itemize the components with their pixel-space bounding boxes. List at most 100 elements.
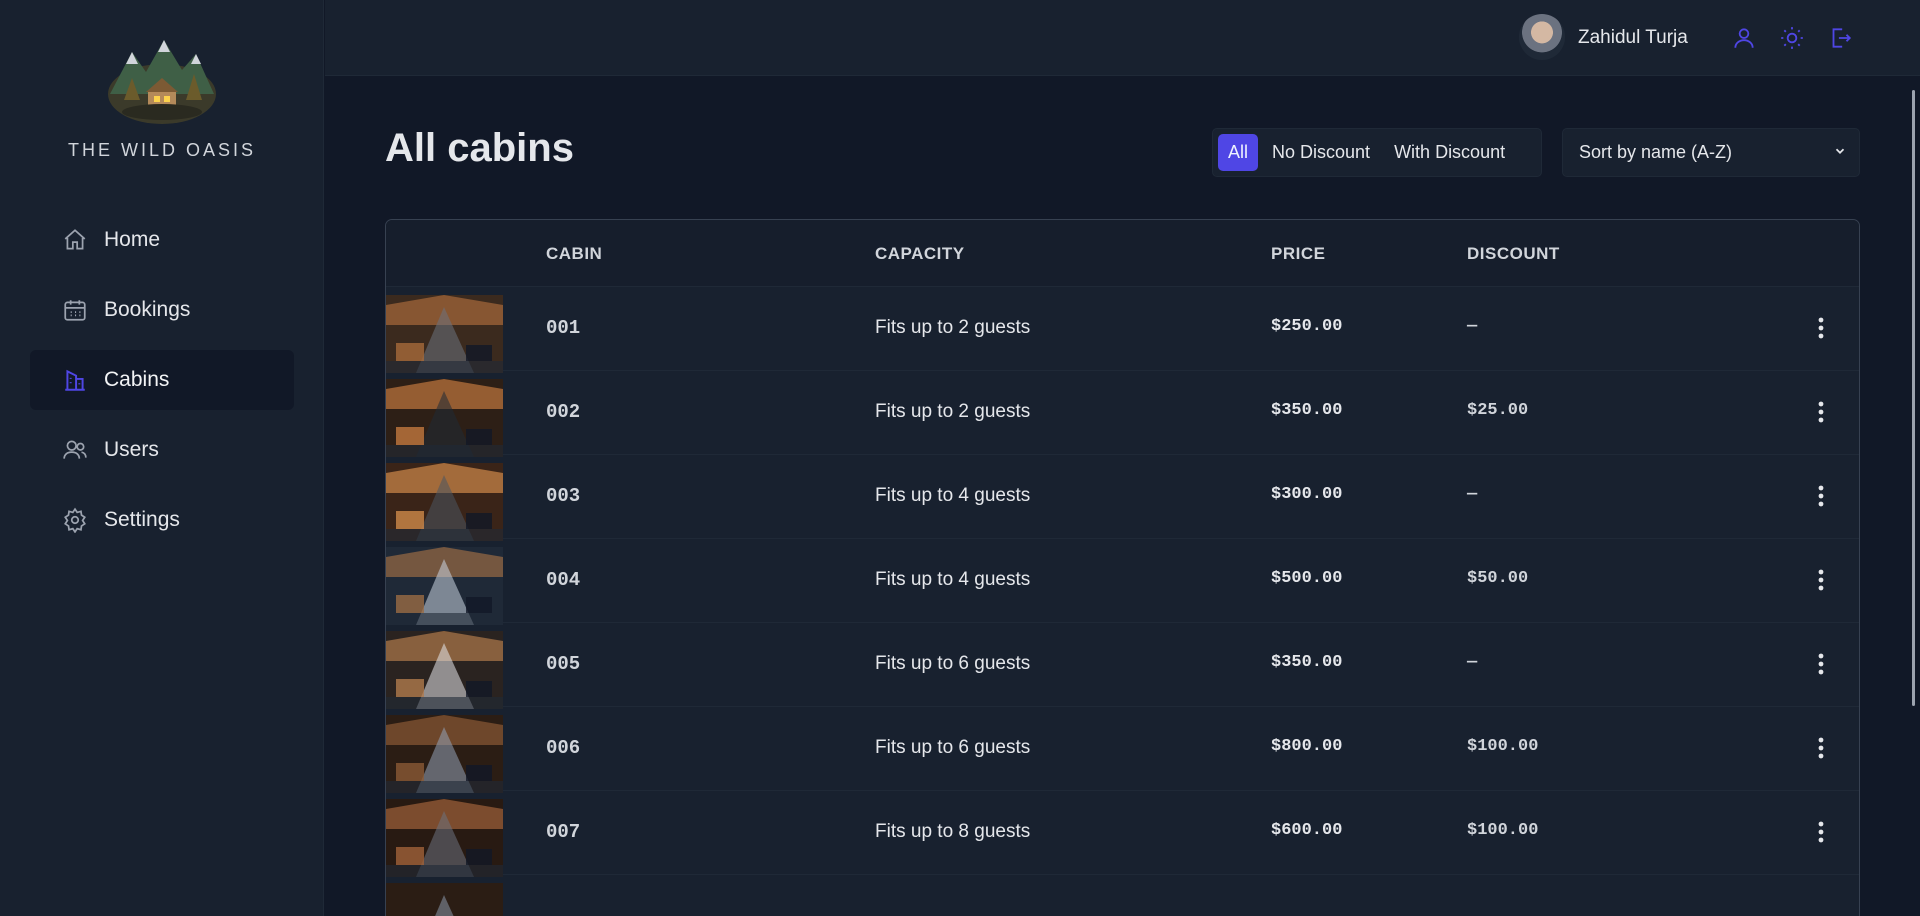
row-menu-button[interactable] <box>1806 481 1836 511</box>
filter-all-button[interactable]: All <box>1218 134 1259 171</box>
filter-no-discount-button[interactable]: No Discount <box>1262 134 1380 171</box>
cabin-capacity: Fits up to 6 guests <box>875 737 1031 758</box>
nav-label-cabins: Cabins <box>104 368 170 391</box>
cabin-image <box>386 463 503 541</box>
row-menu-button[interactable] <box>1806 313 1836 343</box>
cabin-name: 004 <box>546 569 581 591</box>
header-discount: DISCOUNT <box>1467 244 1560 263</box>
cabin-price: $350.00 <box>1271 653 1343 672</box>
sidebar: THE WILD OASIS Home Bookings Cabins User… <box>0 0 324 916</box>
sort-select[interactable]: Sort by name (A-Z) <box>1562 128 1860 177</box>
cabin-discount: $100.00 <box>1467 737 1539 756</box>
cabin-discount: — <box>1467 485 1478 504</box>
cabin-price: $300.00 <box>1271 485 1343 504</box>
cabin-name: 001 <box>546 317 581 339</box>
nav-label-settings: Settings <box>104 508 180 531</box>
row-menu-button[interactable] <box>1806 397 1836 427</box>
table-row: 005 Fits up to 6 guests $350.00 — <box>386 623 1859 709</box>
cabin-price: $250.00 <box>1271 317 1343 336</box>
cabin-discount: — <box>1467 653 1478 672</box>
discount-filter: All No Discount With Discount <box>1212 128 1542 177</box>
table-row: 001 Fits up to 2 guests $250.00 — <box>386 287 1859 373</box>
header-cabin: CABIN <box>546 244 603 263</box>
nav-item-settings[interactable]: Settings <box>30 490 294 550</box>
logo[interactable]: THE WILD OASIS <box>0 34 324 161</box>
avatar[interactable] <box>1519 14 1565 60</box>
cabin-name: 006 <box>546 737 581 759</box>
table-row: 002 Fits up to 2 guests $350.00 $25.00 <box>386 371 1859 457</box>
cabin-name: 007 <box>546 821 581 843</box>
table-row: 003 Fits up to 4 guests $300.00 — <box>386 455 1859 541</box>
cabin-price: $600.00 <box>1271 821 1343 840</box>
brand-name: THE WILD OASIS <box>67 140 257 160</box>
cabin-price: $350.00 <box>1271 401 1343 420</box>
row-menu-button[interactable] <box>1806 565 1836 595</box>
more-vertical-icon <box>1818 401 1824 423</box>
nav-item-cabins[interactable]: Cabins <box>30 350 294 410</box>
cabin-discount: $100.00 <box>1467 821 1539 840</box>
page-title: All cabins <box>385 126 574 170</box>
table-row <box>386 875 1859 916</box>
cabin-price: $800.00 <box>1271 737 1343 756</box>
cabin-capacity: Fits up to 2 guests <box>875 317 1031 338</box>
chevron-down-icon <box>1833 142 1847 163</box>
sort-value: Sort by name (A-Z) <box>1579 142 1733 162</box>
cabin-image <box>386 799 503 877</box>
cabin-capacity: Fits up to 2 guests <box>875 401 1031 422</box>
table-header: CABIN CAPACITY PRICE DISCOUNT <box>386 220 1859 287</box>
top-header: Zahidul Turja <box>325 0 1920 76</box>
cabin-name: 002 <box>546 401 581 423</box>
logo-image <box>108 40 216 124</box>
row-menu-button[interactable] <box>1806 733 1836 763</box>
more-vertical-icon <box>1818 317 1824 339</box>
cabin-capacity: Fits up to 8 guests <box>875 821 1031 842</box>
logout-icon[interactable] <box>1826 24 1854 52</box>
calendar-icon <box>62 297 88 323</box>
cabin-image <box>386 883 503 916</box>
row-menu-button[interactable] <box>1806 817 1836 847</box>
cabin-name: 003 <box>546 485 581 507</box>
header-capacity: CAPACITY <box>875 244 965 263</box>
filter-with-discount-button[interactable]: With Discount <box>1384 134 1515 171</box>
cabin-image <box>386 295 503 373</box>
cabin-discount: $50.00 <box>1467 569 1529 588</box>
more-vertical-icon <box>1818 485 1824 507</box>
cabin-price: $500.00 <box>1271 569 1343 588</box>
nav-label-users: Users <box>104 438 159 461</box>
nav-item-users[interactable]: Users <box>30 420 294 480</box>
main-nav: Home Bookings Cabins Users Settings <box>30 210 294 560</box>
nav-label-home: Home <box>104 228 161 251</box>
cabin-capacity: Fits up to 4 guests <box>875 485 1031 506</box>
cabin-image <box>386 715 503 793</box>
cabin-capacity: Fits up to 4 guests <box>875 569 1031 590</box>
header-price: PRICE <box>1271 244 1326 263</box>
gear-icon <box>62 507 88 533</box>
cabin-image <box>386 547 503 625</box>
table-body: 001 Fits up to 2 guests $250.00 — 002 Fi… <box>386 287 1859 916</box>
cabin-discount: — <box>1467 317 1478 336</box>
table-row: 004 Fits up to 4 guests $500.00 $50.00 <box>386 539 1859 625</box>
cabin-capacity: Fits up to 6 guests <box>875 653 1031 674</box>
nav-item-home[interactable]: Home <box>30 210 294 270</box>
home-icon <box>62 227 88 253</box>
user-icon[interactable] <box>1730 24 1758 52</box>
cabins-table: CABIN CAPACITY PRICE DISCOUNT 001 Fits u… <box>385 219 1860 916</box>
user-name: Zahidul Turja <box>1578 27 1688 48</box>
table-row: 007 Fits up to 8 guests $600.00 $100.00 <box>386 791 1859 877</box>
more-vertical-icon <box>1818 653 1824 675</box>
table-row: 006 Fits up to 6 guests $800.00 $100.00 <box>386 707 1859 793</box>
users-icon <box>62 437 88 463</box>
cabin-name: 005 <box>546 653 581 675</box>
cabin-image <box>386 631 503 709</box>
more-vertical-icon <box>1818 821 1824 843</box>
cabin-discount: $25.00 <box>1467 401 1529 420</box>
cabin-image <box>386 379 503 457</box>
more-vertical-icon <box>1818 737 1824 759</box>
more-vertical-icon <box>1818 569 1824 591</box>
buildings-icon <box>62 367 88 393</box>
sun-icon[interactable] <box>1778 24 1806 52</box>
page-scrollbar[interactable] <box>1912 90 1915 706</box>
nav-label-bookings: Bookings <box>104 298 191 321</box>
nav-item-bookings[interactable]: Bookings <box>30 280 294 340</box>
row-menu-button[interactable] <box>1806 649 1836 679</box>
